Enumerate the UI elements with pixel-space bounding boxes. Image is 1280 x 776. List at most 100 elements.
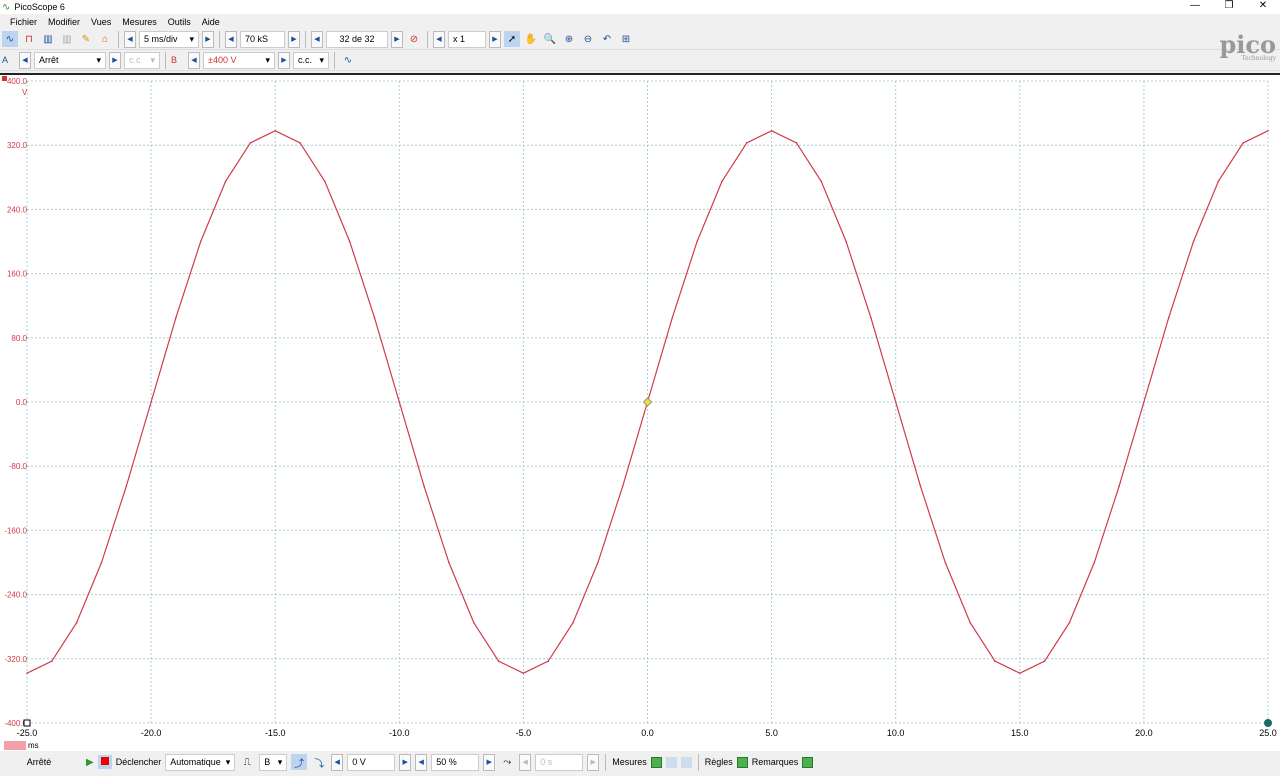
delete-measure-icon[interactable] [680, 756, 692, 768]
timebase-select[interactable]: 5 ms/div ▾ [139, 30, 199, 48]
data-point [547, 660, 550, 663]
menu-mesures[interactable]: Mesures [122, 17, 157, 27]
x-tick-label: 0.0 [641, 728, 654, 738]
samples-next[interactable]: ▶ [288, 30, 300, 48]
data-point [472, 621, 475, 624]
persistence-mode-icon[interactable]: ⊓ [21, 31, 37, 47]
notes-toggle-icon[interactable] [802, 756, 814, 768]
home-icon[interactable]: ⌂ [97, 31, 113, 47]
x-tick-label: 5.0 [765, 728, 778, 738]
zoom-area-icon[interactable]: 🔍 [542, 31, 558, 47]
serial-mode-icon[interactable]: ▥ [59, 31, 75, 47]
channel-b-coupling[interactable]: c.c. ▾ [293, 51, 329, 69]
channel-b-prev[interactable]: ◀ [188, 51, 200, 69]
status-text: Arrêté [26, 757, 52, 767]
menu-aide[interactable]: Aide [202, 17, 220, 27]
menu-outils[interactable]: Outils [168, 17, 191, 27]
channel-a-coupling[interactable]: c.c. ▾ [124, 51, 160, 69]
buffer-next[interactable]: ▶ [391, 30, 403, 48]
menu-fichier[interactable]: Fichier [10, 17, 37, 27]
scope-mode-icon[interactable]: ∿ [2, 31, 18, 47]
delay-prev[interactable]: ◀ [519, 753, 532, 771]
notes-label: Remarques [751, 757, 799, 767]
stop-button[interactable] [97, 755, 112, 769]
zoom-out-icon[interactable]: ⊖ [580, 31, 596, 47]
y-tick-label: 320.0 [7, 141, 28, 150]
delay-field[interactable]: 0 s [535, 753, 584, 771]
channel-a-label[interactable]: A [2, 55, 16, 65]
y-tick-label: -320.0 [4, 655, 27, 664]
pretrigger-field[interactable]: 50 % [431, 753, 480, 771]
data-point [944, 561, 947, 564]
delay-next[interactable]: ▶ [587, 753, 600, 771]
data-point [919, 485, 922, 488]
threshold-prev[interactable]: ◀ [331, 753, 344, 771]
maximize-button[interactable]: ❐ [1212, 0, 1246, 12]
rules-toggle-icon[interactable] [736, 756, 748, 768]
chevron-down-icon: ▾ [189, 33, 194, 44]
undo-zoom-icon[interactable]: ↶ [599, 31, 615, 47]
data-point [795, 141, 798, 144]
threshold-field[interactable]: 0 V [347, 753, 396, 771]
delay-icon[interactable]: ⤳ [499, 754, 515, 770]
buffer-prev[interactable]: ◀ [311, 30, 323, 48]
buffer-field[interactable]: 32 de 32 [326, 30, 388, 48]
x-tick-label: 25.0 [1259, 728, 1277, 738]
pretrigger-prev[interactable]: ◀ [415, 753, 428, 771]
trigger-edge-icon[interactable]: ⎍ [239, 754, 255, 770]
data-point [274, 129, 277, 132]
channel-b-next[interactable]: ▶ [278, 51, 290, 69]
channel-b-coupling-value: c.c. [298, 55, 313, 65]
data-point [199, 240, 202, 243]
probe-icon[interactable]: ✎ [78, 31, 94, 47]
samples-prev[interactable]: ◀ [225, 30, 237, 48]
timebase-prev[interactable]: ◀ [124, 30, 136, 48]
channel-a-next[interactable]: ▶ [109, 51, 121, 69]
channel-a-prev[interactable]: ◀ [19, 51, 31, 69]
falling-edge-icon[interactable]: ⤵ [311, 754, 327, 770]
trigger-mode-select[interactable]: Automatique ▾ [165, 753, 236, 771]
data-point [994, 660, 996, 663]
data-point [969, 621, 971, 624]
zoom-overview-icon[interactable]: ⊞ [618, 31, 634, 47]
scope-view[interactable]: -25.0 -20.0 -15.0 -10.0 -5.0 0.0 5.0 10.0 15.0 20… [0, 73, 1280, 751]
chevron-down-icon: ▾ [265, 54, 270, 65]
buffer-navigator-icon[interactable]: ⊘ [406, 31, 422, 47]
hand-icon[interactable]: ✋ [523, 31, 539, 47]
data-point [150, 401, 152, 403]
channel-b-label[interactable]: B [171, 55, 185, 65]
menu-vues[interactable]: Vues [91, 17, 111, 27]
threshold-next[interactable]: ▶ [399, 753, 412, 771]
pointer-icon[interactable]: ➚ [504, 31, 520, 47]
zoom-in-icon[interactable]: ⊕ [561, 31, 577, 47]
data-point [1217, 180, 1220, 183]
data-point [423, 485, 425, 488]
pretrigger-next[interactable]: ▶ [483, 753, 496, 771]
data-point [75, 621, 78, 624]
data-point [1167, 316, 1170, 319]
minimize-button[interactable]: — [1178, 0, 1212, 12]
zoom-value: x 1 [453, 34, 466, 44]
math-channels-icon[interactable]: ∿ [340, 52, 356, 68]
data-point [894, 401, 897, 403]
samples-value: 70 kS [245, 34, 269, 44]
samples-field[interactable]: 70 kS [240, 30, 285, 48]
channel-b-range[interactable]: ±400 V ▾ [203, 51, 275, 69]
channel-a-coupling-value: c.c. [129, 55, 144, 65]
rising-edge-icon[interactable]: ⤴ [291, 754, 308, 770]
zoom-field[interactable]: x 1 [448, 30, 486, 48]
edit-measure-icon[interactable] [665, 756, 677, 768]
waveform-chart[interactable]: -25.0 -20.0 -15.0 -10.0 -5.0 0.0 5.0 10.0 15.0 20… [0, 75, 1280, 753]
channel-a-range[interactable]: Arrêt ▾ [34, 51, 106, 69]
close-button[interactable]: ✕ [1246, 0, 1280, 12]
data-point [770, 129, 773, 132]
trigger-channel-select[interactable]: B ▾ [259, 753, 288, 771]
start-button[interactable]: ▶ [86, 757, 94, 768]
menu-modifier[interactable]: Modifier [48, 17, 80, 27]
add-measure-icon[interactable] [650, 756, 662, 768]
zoom-next[interactable]: ▶ [489, 30, 501, 48]
spectrum-mode-icon[interactable]: ▥ [40, 31, 56, 47]
window-title: PicoScope 6 [14, 2, 65, 12]
zoom-prev[interactable]: ◀ [433, 30, 445, 48]
timebase-next[interactable]: ▶ [202, 30, 214, 48]
